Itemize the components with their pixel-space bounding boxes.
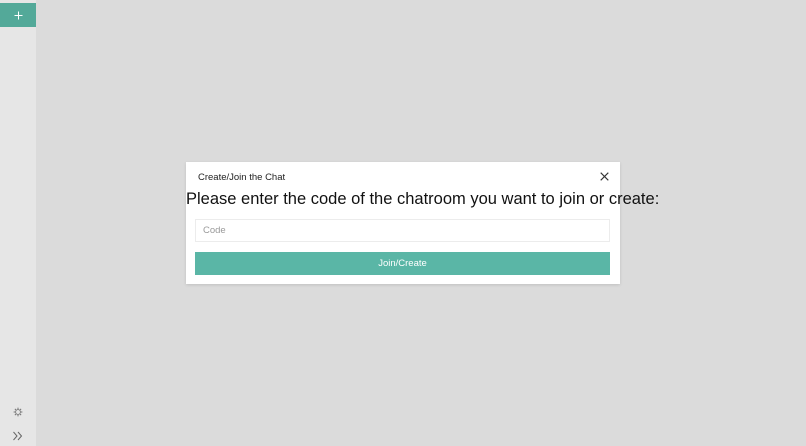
close-icon: [599, 168, 609, 186]
double-chevron-right-icon: [12, 428, 24, 446]
gear-icon: [13, 404, 23, 422]
plus-icon: [14, 11, 23, 20]
expand-sidebar-button[interactable]: [10, 430, 26, 444]
sidebar: [0, 0, 36, 446]
settings-button[interactable]: [11, 406, 25, 420]
code-input[interactable]: [195, 219, 610, 242]
dialog-prompt: Please enter the code of the chatroom yo…: [186, 190, 660, 208]
join-create-button[interactable]: Join/Create: [195, 252, 610, 275]
dialog-title: Create/Join the Chat: [198, 172, 286, 183]
close-dialog-button[interactable]: [598, 171, 610, 183]
add-chat-button[interactable]: [0, 3, 36, 27]
join-chat-dialog: Create/Join the Chat Please enter the co…: [186, 162, 660, 284]
